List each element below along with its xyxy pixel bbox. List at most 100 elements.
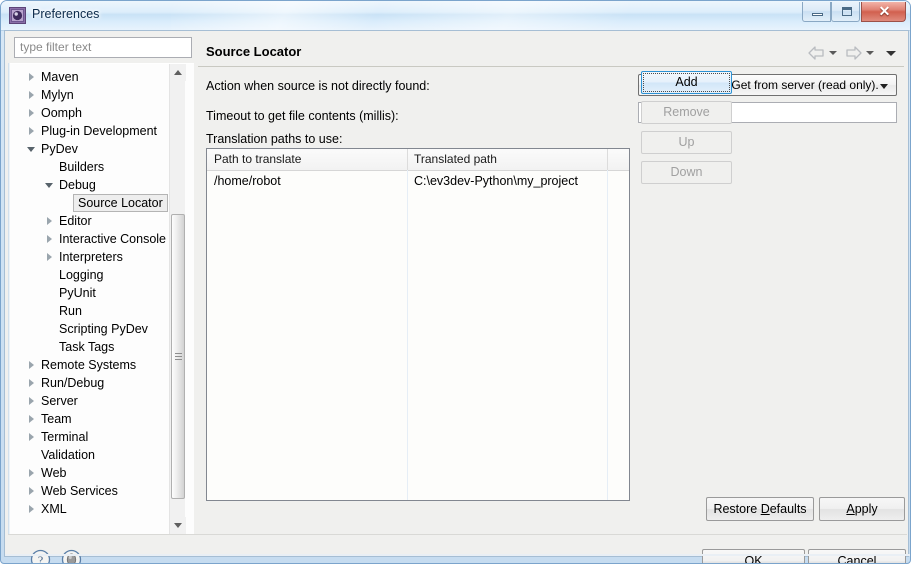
- close-icon: ✕: [878, 3, 891, 19]
- timeout-label: Timeout to get file contents (millis):: [206, 109, 399, 123]
- back-history-chevron-down-icon[interactable]: [829, 51, 837, 55]
- sidebar-item-label: XML: [41, 502, 67, 516]
- sidebar-item-debug[interactable]: Debug: [9, 176, 174, 194]
- sidebar-item-label: Interpreters: [59, 250, 123, 264]
- sidebar-item-label: Terminal: [41, 430, 89, 444]
- scrollbar-grip-icon: [175, 353, 182, 360]
- help-question-icon[interactable]: ?: [30, 549, 51, 564]
- sidebar-item-label: Plug-in Development: [41, 124, 158, 138]
- restore-defaults-label-post: efaults: [769, 502, 807, 516]
- sidebar-item-web-services[interactable]: Web Services: [9, 482, 174, 500]
- apply-mnemonic: A: [846, 502, 855, 516]
- tree-vertical-scrollbar[interactable]: [169, 64, 186, 534]
- sidebar-item-mylyn[interactable]: Mylyn: [9, 86, 174, 104]
- tree-collapsed-arrow-icon[interactable]: [27, 122, 38, 140]
- translation-paths-table[interactable]: Path to translate Translated path /home/…: [206, 148, 630, 501]
- page-title: Source Locator: [206, 44, 302, 59]
- sidebar-item-run[interactable]: Run: [9, 302, 174, 320]
- title-bar[interactable]: Preferences ✕: [1, 1, 910, 31]
- ok-button[interactable]: OK: [702, 549, 805, 563]
- tree-collapsed-arrow-icon[interactable]: [27, 104, 38, 122]
- sidebar-item-label: Web: [41, 466, 67, 480]
- sidebar-item-label: Web Services: [41, 484, 118, 498]
- sidebar-item-maven[interactable]: Maven: [9, 68, 174, 86]
- forward-arrow-icon[interactable]: [845, 46, 862, 60]
- cell-path-to-translate: /home/robot: [214, 174, 281, 188]
- apply-button[interactable]: Apply: [819, 497, 905, 521]
- sidebar-item-pydev[interactable]: PyDev: [9, 140, 174, 158]
- scroll-up-icon[interactable]: [170, 64, 186, 81]
- minimize-button[interactable]: [802, 2, 831, 22]
- tree-collapsed-arrow-icon[interactable]: [27, 482, 38, 500]
- up-button[interactable]: Up: [641, 131, 732, 154]
- preferences-window: Preferences ✕ type filter text Maven Myly…: [0, 0, 911, 564]
- sidebar-item-terminal[interactable]: Terminal: [9, 428, 174, 446]
- sidebar-item-label: PyDev: [41, 142, 78, 156]
- sidebar-item-oomph[interactable]: Oomph: [9, 104, 174, 122]
- sidebar-item-label: Team: [41, 412, 72, 426]
- tree-collapsed-arrow-icon[interactable]: [45, 212, 56, 230]
- sidebar-item-validation[interactable]: Validation: [9, 446, 174, 464]
- tree-collapsed-arrow-icon[interactable]: [27, 500, 38, 518]
- tree-collapsed-arrow-icon[interactable]: [27, 428, 38, 446]
- sidebar-item-label: Builders: [59, 160, 105, 174]
- close-button[interactable]: ✕: [861, 2, 906, 22]
- tree-collapsed-arrow-icon[interactable]: [27, 374, 38, 392]
- sidebar-item-logging[interactable]: Logging: [9, 266, 174, 284]
- sidebar-item-interpreters[interactable]: Interpreters: [9, 248, 174, 266]
- sidebar-item-remote-systems[interactable]: Remote Systems: [9, 356, 174, 374]
- forward-history-chevron-down-icon[interactable]: [866, 51, 874, 55]
- column-header-path-to-translate[interactable]: Path to translate: [214, 152, 301, 166]
- sidebar-item-xml[interactable]: XML: [9, 500, 174, 518]
- sidebar-item-label: Debug: [59, 178, 96, 192]
- cancel-button[interactable]: Cancel: [808, 549, 906, 563]
- sidebar-item-task-tags[interactable]: Task Tags: [9, 338, 174, 356]
- sidebar-item-editor[interactable]: Editor: [9, 212, 174, 230]
- remove-button[interactable]: Remove: [641, 101, 732, 124]
- sidebar-item-label: Task Tags: [59, 340, 115, 354]
- tree-collapsed-arrow-icon[interactable]: [27, 464, 38, 482]
- minimize-icon: [812, 13, 823, 16]
- page-view-menu-chevron-down-icon[interactable]: [886, 51, 896, 56]
- tree-expanded-arrow-icon[interactable]: [27, 140, 38, 158]
- sidebar-item-pyunit[interactable]: PyUnit: [9, 284, 174, 302]
- back-arrow-icon[interactable]: [808, 46, 825, 60]
- tree-expanded-arrow-icon[interactable]: [45, 176, 56, 194]
- sidebar-item-server[interactable]: Server: [9, 392, 174, 410]
- sidebar-item-label: Logging: [59, 268, 104, 282]
- column-divider: [607, 170, 608, 500]
- sidebar-item-label: Scripting PyDev: [59, 322, 148, 336]
- sidebar-item-web[interactable]: Web: [9, 464, 174, 482]
- tree-collapsed-arrow-icon[interactable]: [45, 248, 56, 266]
- client-bottom-edge: [5, 554, 910, 556]
- scrollbar-thumb[interactable]: [171, 214, 185, 499]
- sidebar-item-scripting-pydev[interactable]: Scripting PyDev: [9, 320, 174, 338]
- sidebar-item-run-debug[interactable]: Run/Debug: [9, 374, 174, 392]
- sidebar-item-plug-in-development[interactable]: Plug-in Development: [9, 122, 174, 140]
- maximize-button[interactable]: [831, 2, 860, 22]
- sidebar-item-team[interactable]: Team: [9, 410, 174, 428]
- sidebar-item-label: Server: [41, 394, 78, 408]
- restore-defaults-button[interactable]: Restore Defaults: [706, 497, 814, 521]
- sidebar-item-source-locator[interactable]: Source Locator: [73, 194, 168, 212]
- oomph-record-icon[interactable]: [61, 549, 82, 564]
- action-label: Action when source is not directly found…: [206, 79, 430, 93]
- filter-input[interactable]: type filter text: [14, 37, 192, 58]
- tree-collapsed-arrow-icon[interactable]: [27, 356, 38, 374]
- preferences-tree[interactable]: Maven Mylyn Oomph Plug-in Development PyDev B…: [8, 63, 194, 535]
- tree-collapsed-arrow-icon[interactable]: [27, 68, 38, 86]
- scroll-down-icon[interactable]: [170, 517, 186, 534]
- tree-left-edge: [8, 63, 10, 535]
- column-header-translated-path[interactable]: Translated path: [414, 152, 497, 166]
- tree-collapsed-arrow-icon[interactable]: [27, 410, 38, 428]
- tree-collapsed-arrow-icon[interactable]: [27, 86, 38, 104]
- add-button[interactable]: Add: [641, 71, 732, 94]
- sidebar-item-interactive-console[interactable]: Interactive Console: [9, 230, 174, 248]
- sidebar-item-label: Oomph: [41, 106, 82, 120]
- header-separator: [407, 149, 408, 170]
- down-button[interactable]: Down: [641, 161, 732, 184]
- tree-collapsed-arrow-icon[interactable]: [27, 392, 38, 410]
- tree-collapsed-arrow-icon[interactable]: [45, 230, 56, 248]
- sidebar-item-label: Validation: [41, 448, 95, 462]
- sidebar-item-builders[interactable]: Builders: [9, 158, 174, 176]
